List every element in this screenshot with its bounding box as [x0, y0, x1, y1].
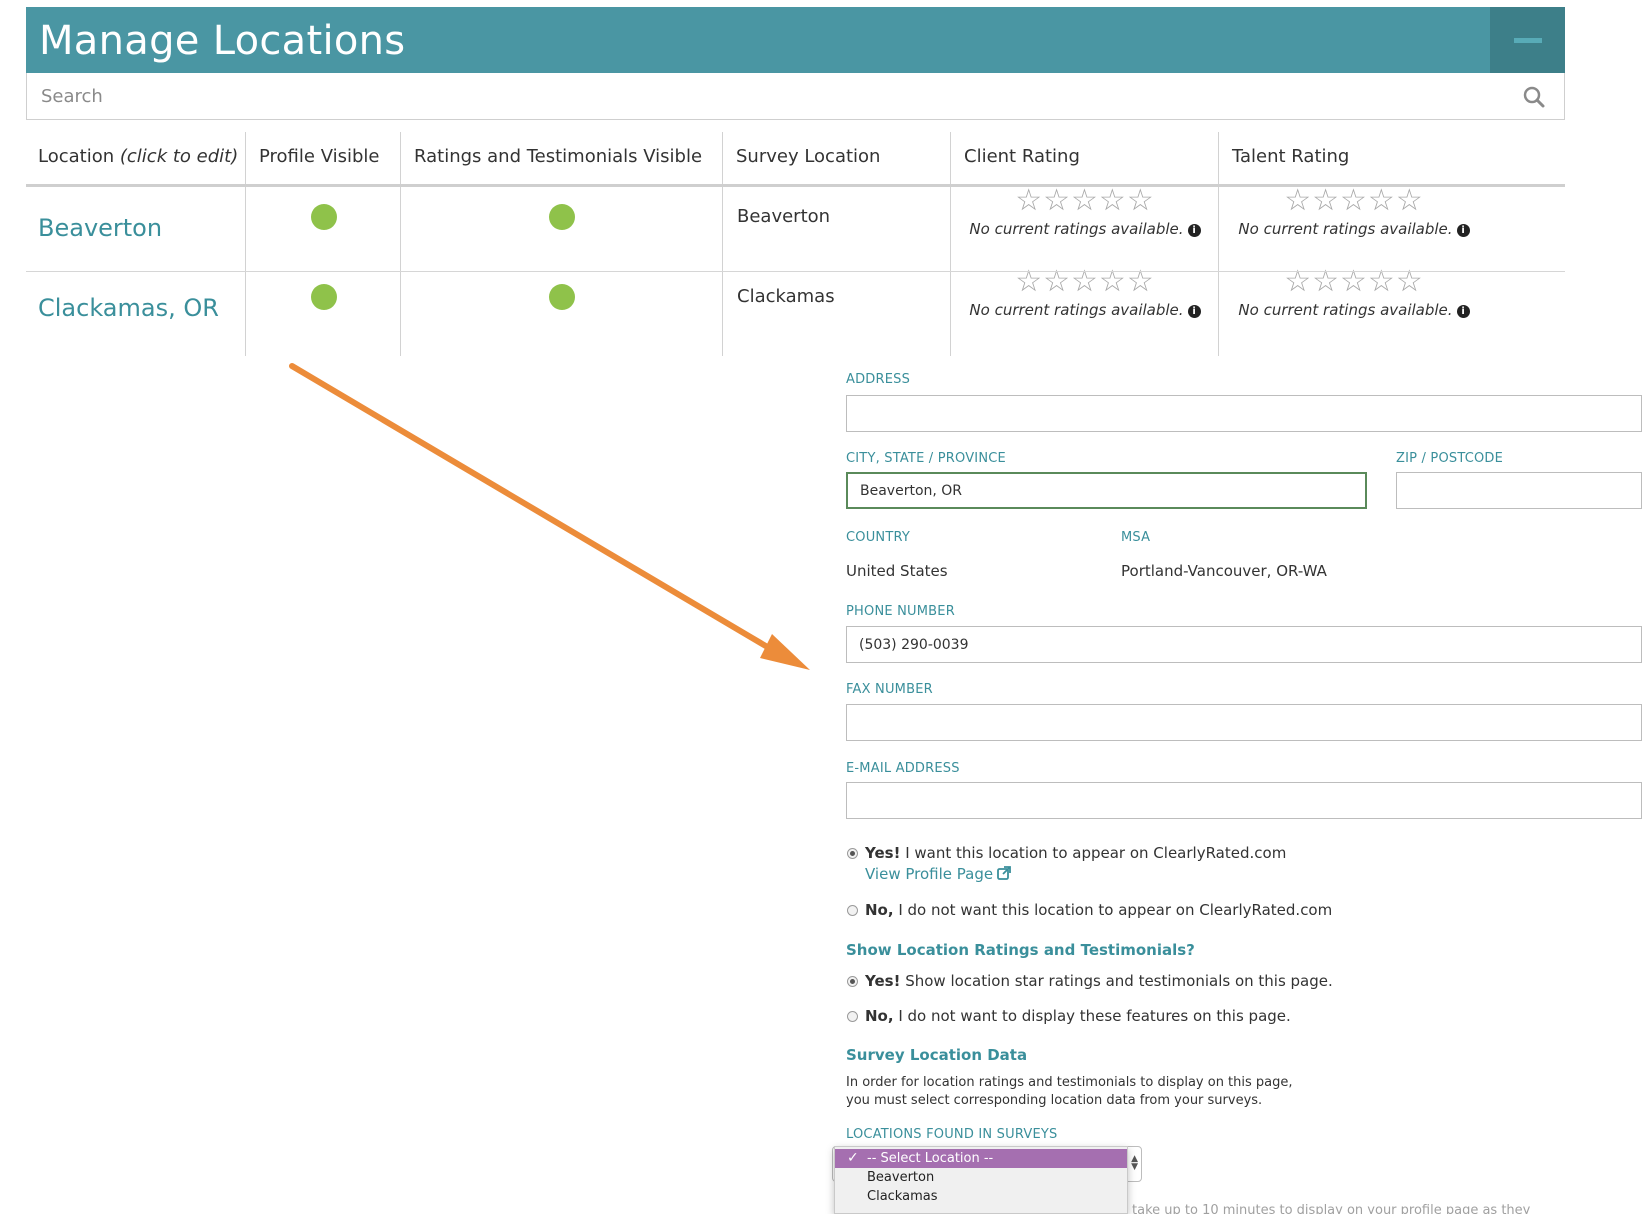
- header-location-text: Location: [38, 146, 115, 167]
- profile-no-text: I do not want this location to appear on…: [893, 901, 1333, 919]
- column-header-location: Location (click to edit): [26, 132, 245, 185]
- column-header-client-rating: Client Rating: [964, 146, 1080, 167]
- profile-yes-label[interactable]: Yes! I want this location to appear on C…: [865, 844, 1286, 862]
- external-link-icon: [997, 866, 1011, 880]
- checkmark-icon: ✓: [847, 1150, 859, 1166]
- table-header-divider: [26, 184, 1565, 187]
- client-rating-text: No current ratings available.: [969, 301, 1184, 319]
- address-field[interactable]: [846, 395, 1642, 432]
- locations-found-label: Locations Found in Surveys: [846, 1127, 1058, 1142]
- profile-yes-text: I want this location to appear on Clearl…: [900, 844, 1287, 862]
- city-label: City, State / Province: [846, 451, 1006, 466]
- email-field[interactable]: [846, 782, 1642, 819]
- survey-description: In order for location ratings and testim…: [846, 1074, 1293, 1110]
- ratings-yes-text: Show location star ratings and testimoni…: [900, 972, 1333, 990]
- view-profile-link-text: View Profile Page: [865, 865, 994, 883]
- fax-field[interactable]: [846, 704, 1642, 741]
- column-header-survey-location: Survey Location: [736, 146, 881, 167]
- survey-location-value: Beaverton: [737, 206, 831, 227]
- collapse-button[interactable]: [1490, 7, 1565, 73]
- ratings-visible-indicator: [549, 204, 575, 230]
- address-label: Address: [846, 372, 911, 387]
- table-row: Beaverton: [26, 188, 245, 272]
- profile-no-bold: No,: [865, 901, 894, 919]
- column-ratings-visible: Ratings and Testimonials Visible: [402, 132, 723, 356]
- no-rating-text: No current ratings available. i: [952, 220, 1218, 238]
- search-bar: [26, 73, 1565, 120]
- star-rating-icon: ☆☆☆☆☆: [1015, 183, 1155, 218]
- profile-no-radio[interactable]: [847, 905, 858, 916]
- column-client-rating: Client Rating ☆☆☆☆☆ No current ratings a…: [952, 132, 1219, 356]
- talent-rating-text: No current ratings available.: [1238, 220, 1453, 238]
- zip-field[interactable]: [1396, 472, 1642, 509]
- ratings-visible-indicator: [549, 284, 575, 310]
- phone-field[interactable]: [846, 626, 1642, 663]
- ratings-yes-radio[interactable]: [847, 976, 858, 987]
- profile-visible-indicator: [311, 284, 337, 310]
- search-icon[interactable]: [1522, 85, 1546, 109]
- minus-icon: [1514, 38, 1542, 43]
- table-row: Clackamas, OR: [26, 272, 245, 356]
- ratings-no-label[interactable]: No, I do not want to display these featu…: [865, 1007, 1291, 1025]
- survey-description-line: you must select corresponding location d…: [846, 1093, 1263, 1108]
- talent-rating-text: No current ratings available.: [1238, 301, 1453, 319]
- column-location: Location (click to edit) Beaverton Clack…: [26, 132, 246, 356]
- dropdown-option[interactable]: Beaverton: [835, 1168, 1127, 1187]
- profile-yes-radio[interactable]: [847, 848, 858, 859]
- profile-yes-bold: Yes!: [865, 844, 901, 862]
- survey-location-dropdown: ✓ -- Select Location -- Beaverton Clacka…: [834, 1146, 1128, 1214]
- city-field[interactable]: [846, 472, 1367, 509]
- select-spinner-icon: ▲ ▼: [1131, 1154, 1138, 1172]
- column-survey-location: Survey Location Beaverton Clackamas: [724, 132, 951, 356]
- no-rating-text: No current ratings available. i: [1220, 220, 1488, 238]
- ratings-yes-label[interactable]: Yes! Show location star ratings and test…: [865, 972, 1333, 990]
- column-talent-rating: Talent Rating ☆☆☆☆☆ No current ratings a…: [1220, 132, 1488, 356]
- dropdown-option[interactable]: Clackamas: [835, 1187, 1127, 1206]
- msa-label: MSA: [1121, 530, 1151, 545]
- page-header: Manage Locations: [26, 7, 1565, 73]
- info-icon[interactable]: i: [1187, 305, 1201, 318]
- zip-label: ZIP / Postcode: [1396, 451, 1504, 466]
- ratings-yes-bold: Yes!: [865, 972, 901, 990]
- column-header-ratings-visible: Ratings and Testimonials Visible: [414, 146, 703, 167]
- star-rating-icon: ☆☆☆☆☆: [1284, 183, 1424, 218]
- phone-label: Phone Number: [846, 604, 955, 619]
- column-header-talent-rating: Talent Rating: [1232, 146, 1350, 167]
- page-title: Manage Locations: [39, 18, 406, 64]
- location-link-clackamas[interactable]: Clackamas, OR: [38, 294, 219, 322]
- column-profile-visible: Profile Visible: [247, 132, 401, 356]
- email-label: E-mail Address: [846, 761, 960, 776]
- column-header-profile-visible: Profile Visible: [259, 146, 380, 167]
- ratings-no-bold: No,: [865, 1007, 894, 1025]
- dropdown-option[interactable]: ✓ -- Select Location --: [835, 1149, 1127, 1168]
- profile-visible-indicator: [311, 204, 337, 230]
- survey-section-title: Survey Location Data: [846, 1046, 1028, 1064]
- no-rating-text: No current ratings available. i: [1220, 301, 1488, 319]
- table-row-divider: [26, 271, 1565, 272]
- survey-description-line: In order for location ratings and testim…: [846, 1075, 1293, 1090]
- ratings-no-radio[interactable]: [847, 1011, 858, 1022]
- msa-value: Portland-Vancouver, OR-WA: [1121, 562, 1327, 580]
- country-value: United States: [846, 562, 948, 580]
- fax-label: Fax Number: [846, 682, 933, 697]
- dropdown-option-label: -- Select Location --: [867, 1151, 994, 1166]
- no-rating-text: No current ratings available. i: [952, 301, 1218, 319]
- search-input[interactable]: [41, 81, 1481, 111]
- survey-location-value: Clackamas: [737, 286, 835, 307]
- info-icon[interactable]: i: [1187, 224, 1201, 237]
- header-location-hint: (click to edit): [119, 146, 239, 167]
- ratings-section-title: Show Location Ratings and Testimonials?: [846, 941, 1195, 959]
- location-link-beaverton[interactable]: Beaverton: [38, 214, 162, 242]
- note-text: take up to 10 minutes to display on your…: [1132, 1203, 1531, 1214]
- country-label: Country: [846, 530, 911, 545]
- info-icon[interactable]: i: [1456, 305, 1470, 318]
- profile-no-label[interactable]: No, I do not want this location to appea…: [865, 901, 1332, 919]
- view-profile-link[interactable]: View Profile Page: [865, 865, 1011, 883]
- ratings-no-text: I do not want to display these features …: [893, 1007, 1291, 1025]
- info-icon[interactable]: i: [1456, 224, 1470, 237]
- client-rating-text: No current ratings available.: [969, 220, 1184, 238]
